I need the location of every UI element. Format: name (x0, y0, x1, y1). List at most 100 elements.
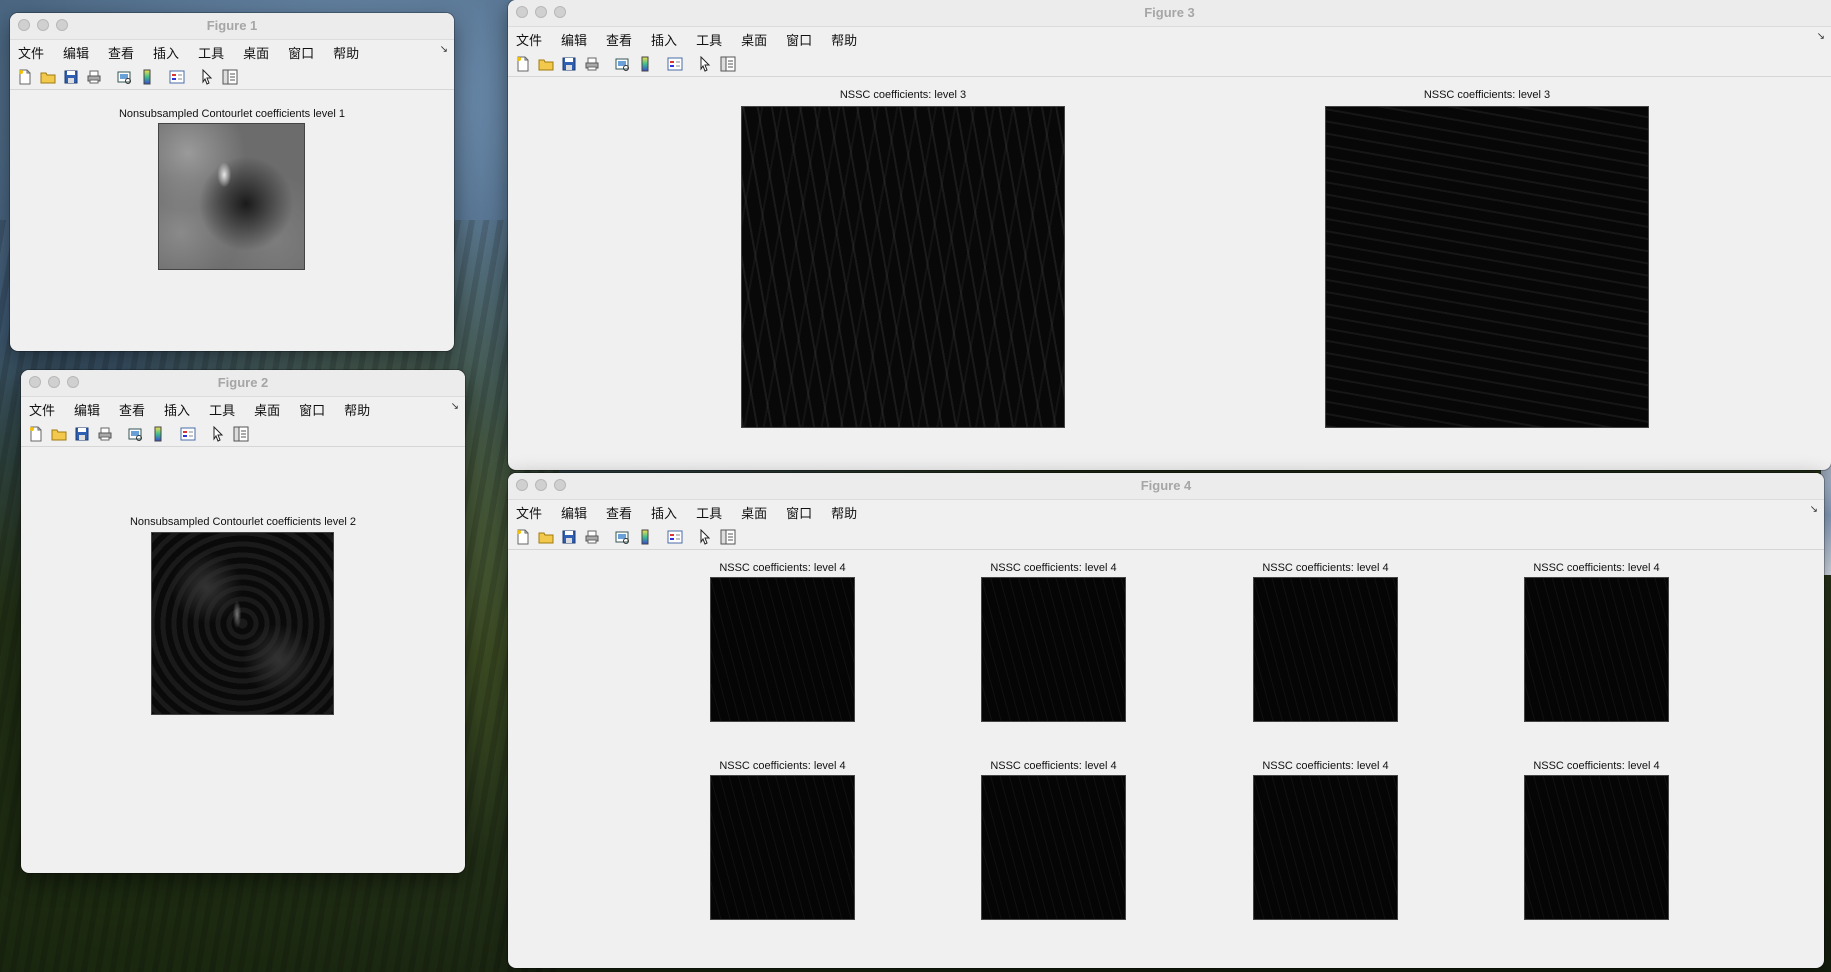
menu-edit[interactable]: 编辑 (561, 30, 587, 49)
menu-help[interactable]: 帮助 (333, 43, 359, 62)
coefficient-image (1524, 775, 1669, 920)
menu-desktop[interactable]: 桌面 (741, 503, 767, 522)
print-icon[interactable] (86, 69, 102, 85)
plot-title: NSSC coefficients: level 4 (990, 760, 1117, 772)
coefficient-image (1253, 775, 1398, 920)
figure-toolbar (508, 524, 1824, 550)
figure-3-titlebar[interactable]: Figure 3 (508, 0, 1831, 27)
new-file-icon[interactable] (515, 56, 531, 72)
figure-toolbar (21, 421, 465, 447)
new-file-icon[interactable] (17, 69, 33, 85)
save-icon[interactable] (74, 426, 90, 442)
print-preview-icon[interactable] (614, 529, 630, 545)
print-preview-icon[interactable] (116, 69, 132, 85)
figure-1-window[interactable]: Figure 1 文件 编辑 查看 插入 工具 桌面 窗口 帮助 ↘ Nonsu… (10, 13, 454, 351)
menu-file[interactable]: 文件 (516, 503, 542, 522)
window-title: Figure 3 (1144, 5, 1195, 20)
menu-file[interactable]: 文件 (18, 43, 44, 62)
legend-icon[interactable] (180, 426, 196, 442)
pointer-icon[interactable] (697, 55, 713, 72)
menu-insert[interactable]: 插入 (153, 43, 179, 62)
menu-desktop[interactable]: 桌面 (243, 43, 269, 62)
colorbar-icon[interactable] (150, 426, 166, 442)
pointer-icon[interactable] (697, 528, 713, 545)
menu-desktop[interactable]: 桌面 (741, 30, 767, 49)
print-preview-icon[interactable] (614, 56, 630, 72)
window-title: Figure 4 (1140, 478, 1192, 493)
legend-icon[interactable] (667, 529, 683, 545)
menu-edit[interactable]: 编辑 (561, 503, 587, 522)
menu-overflow-icon[interactable]: ↘ (451, 401, 459, 412)
menu-edit[interactable]: 编辑 (74, 400, 100, 419)
figure-4-titlebar[interactable]: Figure 4 (508, 473, 1824, 500)
property-inspector-icon[interactable] (222, 69, 238, 85)
menu-tools[interactable]: 工具 (696, 30, 722, 49)
new-file-icon[interactable] (28, 426, 44, 442)
print-icon[interactable] (584, 529, 600, 545)
menu-insert[interactable]: 插入 (651, 30, 677, 49)
coefficient-image (151, 532, 334, 715)
print-preview-icon[interactable] (127, 426, 143, 442)
coefficient-image (710, 775, 855, 920)
print-icon[interactable] (97, 426, 113, 442)
menu-window[interactable]: 窗口 (299, 400, 325, 419)
menu-insert[interactable]: 插入 (164, 400, 190, 419)
colorbar-icon[interactable] (637, 529, 653, 545)
menu-window[interactable]: 窗口 (288, 43, 314, 62)
figure-toolbar (10, 64, 454, 90)
save-icon[interactable] (561, 56, 577, 72)
figure-3-window[interactable]: Figure 3 文件 编辑 查看 插入 工具 桌面 窗口 帮助 ↘ NSSC … (508, 0, 1831, 470)
menu-help[interactable]: 帮助 (831, 503, 857, 522)
figure-4-window[interactable]: Figure 4 文件 编辑 查看 插入 工具 桌面 窗口 帮助 ↘ NSSC … (508, 473, 1824, 968)
menu-view[interactable]: 查看 (606, 30, 632, 49)
print-icon[interactable] (584, 56, 600, 72)
menu-view[interactable]: 查看 (108, 43, 134, 62)
menu-help[interactable]: 帮助 (344, 400, 370, 419)
menu-tools[interactable]: 工具 (209, 400, 235, 419)
menu-tools[interactable]: 工具 (198, 43, 224, 62)
colorbar-icon[interactable] (139, 69, 155, 85)
menu-overflow-icon[interactable]: ↘ (1817, 31, 1825, 42)
menu-help[interactable]: 帮助 (831, 30, 857, 49)
open-folder-icon[interactable] (538, 529, 554, 545)
plot-title: NSSC coefficients: level 4 (1262, 562, 1389, 574)
menu-desktop[interactable]: 桌面 (254, 400, 280, 419)
open-folder-icon[interactable] (51, 426, 67, 442)
property-inspector-icon[interactable] (720, 56, 736, 72)
legend-icon[interactable] (169, 69, 185, 85)
menu-view[interactable]: 查看 (119, 400, 145, 419)
menu-tools[interactable]: 工具 (696, 503, 722, 522)
menu-file[interactable]: 文件 (516, 30, 542, 49)
colorbar-icon[interactable] (637, 56, 653, 72)
menu-window[interactable]: 窗口 (786, 503, 812, 522)
new-file-icon[interactable] (515, 529, 531, 545)
figure-1-titlebar[interactable]: Figure 1 (10, 13, 454, 40)
legend-icon[interactable] (667, 56, 683, 72)
plot-title: NSSC coefficients: level 4 (719, 760, 846, 772)
plot-title: NSSC coefficients: level 4 (1533, 760, 1660, 772)
figure-2-window[interactable]: Figure 2 文件 编辑 查看 插入 工具 桌面 窗口 帮助 ↘ Nonsu… (21, 370, 465, 873)
open-folder-icon[interactable] (538, 56, 554, 72)
open-folder-icon[interactable] (40, 69, 56, 85)
menu-bar: 文件 编辑 查看 插入 工具 桌面 窗口 帮助 ↘ (10, 40, 454, 64)
property-inspector-icon[interactable] (233, 426, 249, 442)
window-title: Figure 1 (206, 18, 258, 33)
figure-2-titlebar[interactable]: Figure 2 (21, 370, 465, 397)
pointer-icon[interactable] (210, 425, 226, 442)
menu-insert[interactable]: 插入 (651, 503, 677, 522)
menu-overflow-icon[interactable]: ↘ (440, 44, 448, 55)
coefficient-image (1253, 577, 1398, 722)
window-title: Figure 2 (217, 375, 269, 390)
coefficient-image (981, 577, 1126, 722)
menu-overflow-icon[interactable]: ↘ (1810, 504, 1818, 515)
save-icon[interactable] (63, 69, 79, 85)
save-icon[interactable] (561, 529, 577, 545)
property-inspector-icon[interactable] (720, 529, 736, 545)
plot-title: Nonsubsampled Contourlet coefficients le… (129, 516, 357, 528)
menu-file[interactable]: 文件 (29, 400, 55, 419)
figure-toolbar (508, 51, 1831, 77)
menu-window[interactable]: 窗口 (786, 30, 812, 49)
menu-edit[interactable]: 编辑 (63, 43, 89, 62)
menu-view[interactable]: 查看 (606, 503, 632, 522)
pointer-icon[interactable] (199, 68, 215, 85)
